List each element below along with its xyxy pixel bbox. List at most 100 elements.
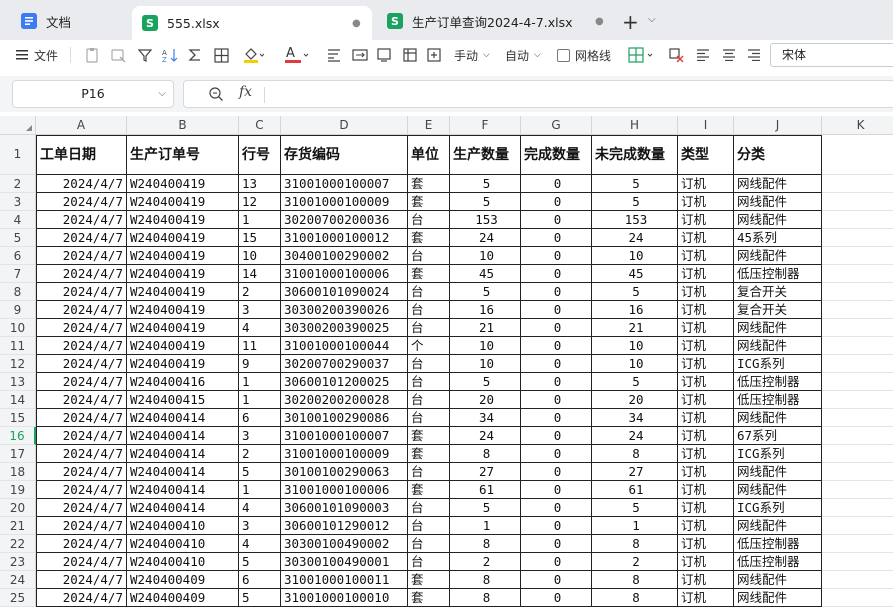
table-cell[interactable]: 10	[592, 337, 678, 355]
empty-cell[interactable]	[822, 355, 893, 373]
table-cell[interactable]: 0	[521, 535, 592, 553]
table-cell[interactable]: 台	[408, 319, 450, 337]
empty-cell[interactable]	[822, 553, 893, 571]
table-cell[interactable]: 2024/4/7	[36, 481, 127, 499]
table-cell[interactable]: 2024/4/7	[36, 319, 127, 337]
table-cell[interactable]: 1	[239, 391, 281, 409]
table-cell[interactable]: 订机	[678, 445, 734, 463]
table-cell[interactable]: 8	[592, 445, 678, 463]
table-cell[interactable]: 8	[450, 589, 521, 607]
table-cell[interactable]: 订机	[678, 481, 734, 499]
table-cell[interactable]: 8	[450, 535, 521, 553]
table-cell[interactable]: 30600101200025	[281, 373, 408, 391]
new-tab-plus-icon[interactable]: +	[622, 10, 639, 34]
table-cell[interactable]: 2	[450, 553, 521, 571]
table-cell[interactable]: W240400416	[127, 373, 239, 391]
table-cell[interactable]: 67系列	[734, 427, 822, 445]
table-cell[interactable]: 34	[592, 409, 678, 427]
chevron-down-icon[interactable]: ⌵	[648, 14, 656, 25]
table-cell[interactable]: 30100100290063	[281, 463, 408, 481]
column-title-cell[interactable]: 行号	[239, 135, 281, 175]
column-header[interactable]: I	[678, 116, 734, 135]
table-cell[interactable]: 台	[408, 463, 450, 481]
table-cell[interactable]: 61	[450, 481, 521, 499]
zoom-search-icon[interactable]	[208, 86, 224, 105]
table-cell[interactable]: 订机	[678, 571, 734, 589]
table-cell[interactable]: 10	[239, 247, 281, 265]
paste-icon[interactable]	[84, 44, 100, 66]
table-cell[interactable]: 2024/4/7	[36, 373, 127, 391]
table-cell[interactable]: 2024/4/7	[36, 175, 127, 193]
table-cell[interactable]: 30600101290012	[281, 517, 408, 535]
table-cell[interactable]: 3	[239, 301, 281, 319]
table-cell[interactable]: 0	[521, 319, 592, 337]
table-style-icon[interactable]	[426, 44, 442, 66]
table-cell[interactable]: 31001000100044	[281, 337, 408, 355]
table-cell[interactable]: 订机	[678, 247, 734, 265]
table-cell[interactable]: 11	[239, 337, 281, 355]
borders-icon[interactable]	[214, 44, 229, 66]
table-cell[interactable]: 2024/4/7	[36, 301, 127, 319]
table-cell[interactable]: 5	[239, 553, 281, 571]
table-cell[interactable]: 0	[521, 589, 592, 607]
table-cell[interactable]: 订机	[678, 337, 734, 355]
table-cell[interactable]: 27	[592, 463, 678, 481]
table-cell[interactable]: 2024/4/7	[36, 463, 127, 481]
table-cell[interactable]: 16	[592, 301, 678, 319]
table-cell[interactable]: 2024/4/7	[36, 427, 127, 445]
handwrite-dropdown[interactable]: 手动 ⌵	[454, 44, 490, 66]
column-header[interactable]: A	[36, 116, 127, 135]
table-cell[interactable]: 0	[521, 301, 592, 319]
table-cell[interactable]: 0	[521, 481, 592, 499]
table-cell[interactable]: 8	[592, 571, 678, 589]
table-cell[interactable]: 订机	[678, 265, 734, 283]
row-header[interactable]: 18	[0, 463, 36, 481]
table-cell[interactable]: 0	[521, 571, 592, 589]
table-cell[interactable]: 订机	[678, 463, 734, 481]
empty-cell[interactable]	[822, 589, 893, 607]
table-cell[interactable]: W240400414	[127, 463, 239, 481]
table-cell[interactable]: 20	[592, 391, 678, 409]
empty-cell[interactable]	[822, 517, 893, 535]
table-cell[interactable]: 2024/4/7	[36, 283, 127, 301]
table-cell[interactable]: 4	[239, 499, 281, 517]
empty-cell[interactable]	[822, 211, 893, 229]
table-cell[interactable]: 45	[592, 265, 678, 283]
table-cell[interactable]: 2024/4/7	[36, 589, 127, 607]
table-cell[interactable]: 5	[450, 499, 521, 517]
empty-cell[interactable]	[822, 283, 893, 301]
column-header[interactable]: G	[521, 116, 592, 135]
empty-cell[interactable]	[822, 571, 893, 589]
table-cell[interactable]: 台	[408, 283, 450, 301]
row-header[interactable]: 8	[0, 283, 36, 301]
table-cell[interactable]: 订机	[678, 427, 734, 445]
column-title-cell[interactable]: 生产数量	[450, 135, 521, 175]
table-cell[interactable]: 低压控制器	[734, 373, 822, 391]
row-header[interactable]: 12	[0, 355, 36, 373]
select-all-corner[interactable]	[0, 116, 36, 135]
table-cell[interactable]: 订机	[678, 175, 734, 193]
row-header[interactable]: 7	[0, 265, 36, 283]
table-cell[interactable]: 低压控制器	[734, 265, 822, 283]
table-cell[interactable]: 12	[239, 193, 281, 211]
empty-cell[interactable]	[822, 265, 893, 283]
gridlines-toggle[interactable]: 网格线	[557, 44, 611, 66]
function-fx-icon[interactable]: fx	[239, 84, 252, 100]
table-cell[interactable]: 订机	[678, 409, 734, 427]
table-cell[interactable]: 45系列	[734, 229, 822, 247]
table-cell[interactable]: 台	[408, 301, 450, 319]
row-header[interactable]: 5	[0, 229, 36, 247]
table-cell[interactable]: 2024/4/7	[36, 571, 127, 589]
table-cell[interactable]: 台	[408, 499, 450, 517]
column-title-cell[interactable]: 存货编码	[281, 135, 408, 175]
column-title-cell[interactable]: 完成数量	[521, 135, 592, 175]
table-cell[interactable]: 13	[239, 175, 281, 193]
column-header[interactable]: B	[127, 116, 239, 135]
table-cell[interactable]: 低压控制器	[734, 535, 822, 553]
table-cell[interactable]: 套	[408, 229, 450, 247]
table-cell[interactable]: 24	[592, 229, 678, 247]
table-cell[interactable]: 订机	[678, 499, 734, 517]
table-cell[interactable]: 2024/4/7	[36, 553, 127, 571]
table-cell[interactable]: 5	[592, 175, 678, 193]
table-cell[interactable]: 30200200200028	[281, 391, 408, 409]
